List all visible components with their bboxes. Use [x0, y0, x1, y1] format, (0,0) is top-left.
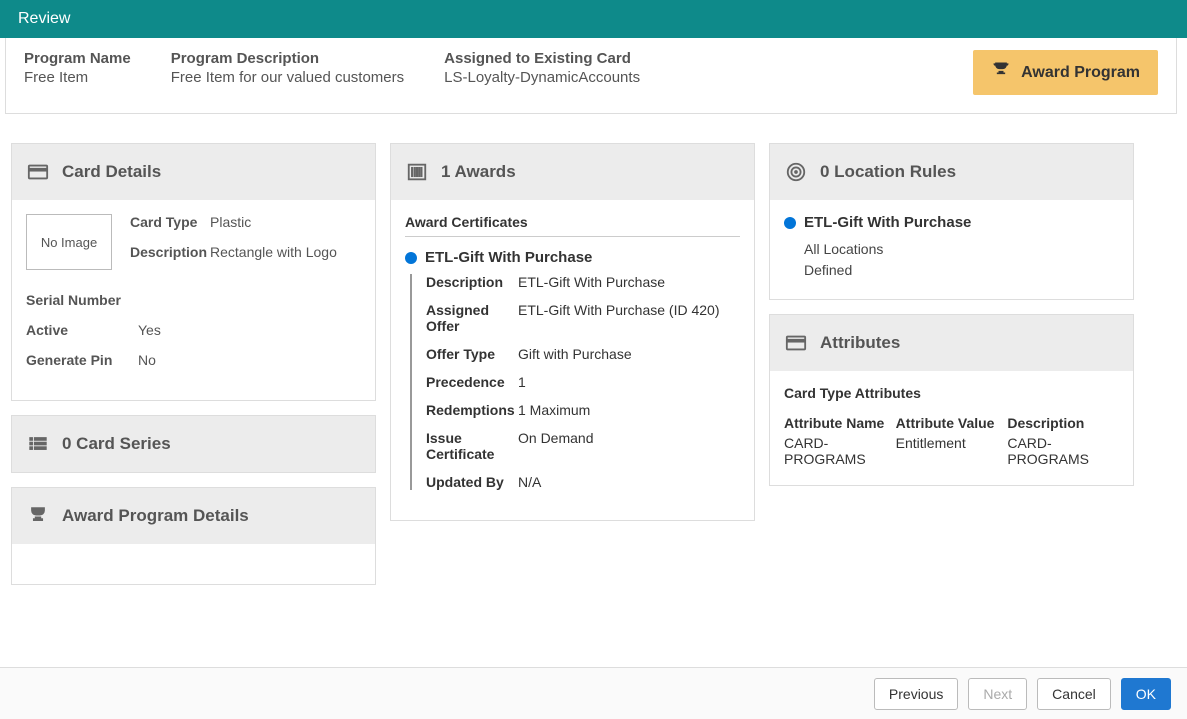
header-program-desc: Program Description Free Item for our va…	[171, 50, 404, 86]
attr-name-header: Attribute Name	[784, 415, 896, 431]
location-line2: Defined	[804, 260, 1119, 281]
award-details: DescriptionETL-Gift With Purchase Assign…	[410, 274, 740, 490]
awards-header: 1 Awards	[391, 144, 754, 200]
target-icon	[784, 160, 808, 184]
ad-redemptions-value: 1 Maximum	[518, 402, 740, 418]
card-details-header: Card Details	[12, 144, 375, 200]
awards-title: 1 Awards	[441, 162, 516, 182]
attributes-panel: Attributes Card Type Attributes Attribut…	[769, 314, 1134, 486]
card-series-panel: 0 Card Series	[11, 415, 376, 473]
program-name-value: Free Item	[24, 69, 131, 86]
ad-updated-by-label: Updated By	[426, 474, 518, 490]
header-area: Program Name Free Item Program Descripti…	[5, 38, 1177, 114]
attr-name-value: CARD-PROGRAMS	[784, 435, 896, 467]
program-desc-label: Program Description	[171, 50, 404, 67]
footer: Previous Next Cancel OK	[0, 667, 1187, 719]
attr-value-header: Attribute Value	[896, 415, 1008, 431]
ad-redemptions-label: Redemptions	[426, 402, 518, 418]
card-icon	[26, 160, 50, 184]
trophy-icon	[26, 504, 50, 528]
award-certificates-heading: Award Certificates	[405, 214, 740, 230]
card-details-title: Card Details	[62, 162, 161, 182]
generate-pin-value: No	[138, 352, 156, 368]
assigned-card-value: LS-Loyalty-DynamicAccounts	[444, 69, 640, 86]
location-rules-title: 0 Location Rules	[820, 162, 956, 182]
ok-button[interactable]: OK	[1121, 678, 1171, 710]
header-assigned-card: Assigned to Existing Card LS-Loyalty-Dyn…	[444, 50, 640, 86]
card-desc-label: Description	[130, 244, 210, 260]
location-item-name: ETL-Gift With Purchase	[804, 214, 971, 231]
divider	[405, 236, 740, 237]
attr-desc-value: CARD-PROGRAMS	[1007, 435, 1119, 467]
attributes-title: Attributes	[820, 333, 900, 353]
no-image-placeholder: No Image	[26, 214, 112, 270]
award-program-button[interactable]: Award Program	[973, 50, 1158, 95]
attributes-header: Attributes	[770, 315, 1133, 371]
award-program-details-title: Award Program Details	[62, 506, 249, 526]
attr-value-value: Entitlement	[896, 435, 1008, 451]
header-program-name: Program Name Free Item	[24, 50, 131, 86]
ad-offer-type-value: Gift with Purchase	[518, 346, 740, 362]
active-label: Active	[26, 322, 138, 338]
award-program-label: Award Program	[1021, 64, 1140, 82]
ad-precedence-value: 1	[518, 374, 740, 390]
ad-description-label: Description	[426, 274, 518, 290]
award-program-details-panel: Award Program Details	[11, 487, 376, 585]
serial-label: Serial Number	[26, 292, 138, 308]
location-item-row[interactable]: ETL-Gift With Purchase	[784, 214, 1119, 231]
title-bar: Review	[0, 0, 1187, 38]
card-icon	[784, 331, 808, 355]
card-details-panel: Card Details No Image Card Type Plastic	[11, 143, 376, 401]
ad-offer-type-label: Offer Type	[426, 346, 518, 362]
ad-updated-by-value: N/A	[518, 474, 740, 490]
card-type-label: Card Type	[130, 214, 210, 230]
ad-precedence-label: Precedence	[426, 374, 518, 390]
review-page: Review Program Name Free Item Program De…	[0, 0, 1187, 719]
ad-issue-cert-label: Issue Certificate	[426, 430, 518, 462]
location-line1: All Locations	[804, 239, 1119, 260]
generate-pin-label: Generate Pin	[26, 352, 138, 368]
location-rules-header: 0 Location Rules	[770, 144, 1133, 200]
card-type-value: Plastic	[210, 214, 251, 230]
trophy-icon	[991, 60, 1011, 85]
attributes-heading: Card Type Attributes	[784, 385, 1119, 401]
ad-description-value: ETL-Gift With Purchase	[518, 274, 740, 290]
award-item-row[interactable]: ETL-Gift With Purchase	[405, 249, 740, 266]
card-series-header: 0 Card Series	[12, 416, 375, 472]
program-name-label: Program Name	[24, 50, 131, 67]
ad-assigned-offer-value: ETL-Gift With Purchase (ID 420)	[518, 302, 740, 334]
ad-issue-cert-value: On Demand	[518, 430, 740, 462]
awards-panel: 1 Awards Award Certificates ETL-Gift Wit…	[390, 143, 755, 521]
program-desc-value: Free Item for our valued customers	[171, 69, 404, 86]
ad-assigned-offer-label: Assigned Offer	[426, 302, 518, 334]
bullet-icon	[784, 217, 796, 229]
scroll-area[interactable]: Card Details No Image Card Type Plastic	[5, 135, 1182, 664]
previous-button[interactable]: Previous	[874, 678, 958, 710]
cancel-button[interactable]: Cancel	[1037, 678, 1111, 710]
attr-desc-header: Description	[1007, 415, 1119, 431]
card-desc-value: Rectangle with Logo	[210, 244, 337, 260]
attributes-table: Attribute Name CARD-PROGRAMS Attribute V…	[784, 415, 1119, 467]
bullet-icon	[405, 252, 417, 264]
award-program-details-header: Award Program Details	[12, 488, 375, 544]
next-button[interactable]: Next	[968, 678, 1027, 710]
barcode-icon	[405, 160, 429, 184]
card-series-title: 0 Card Series	[62, 434, 171, 454]
page-title: Review	[18, 10, 70, 27]
location-rules-panel: 0 Location Rules ETL-Gift With Purchase …	[769, 143, 1134, 300]
assigned-card-label: Assigned to Existing Card	[444, 50, 640, 67]
award-item-name: ETL-Gift With Purchase	[425, 249, 592, 266]
list-icon	[26, 432, 50, 456]
active-value: Yes	[138, 322, 161, 338]
